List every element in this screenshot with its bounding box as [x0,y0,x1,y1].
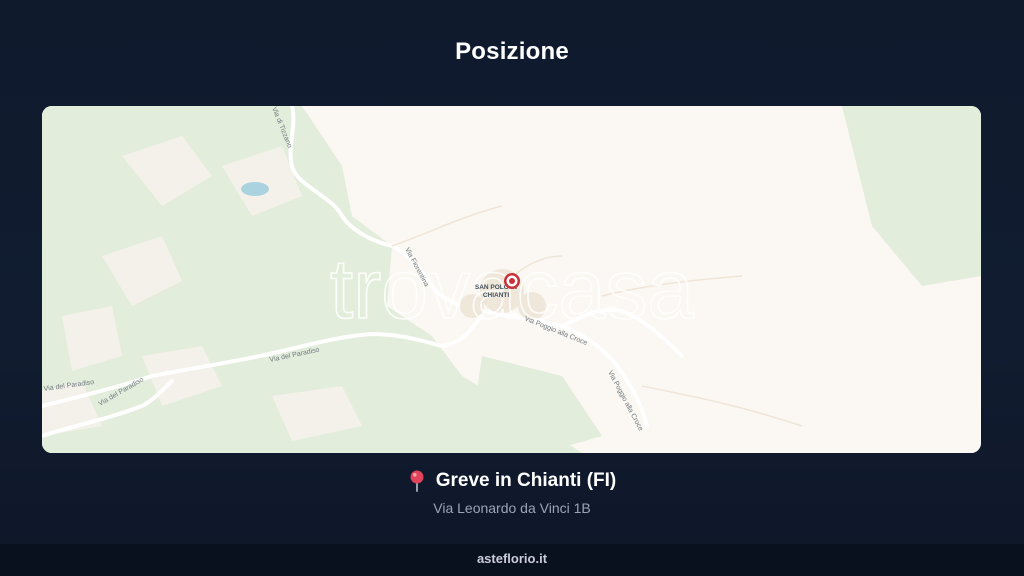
location-city: Greve in Chianti (FI) [435,470,617,491]
footer-site: asteflorio.it [0,544,1024,576]
lake [241,182,269,196]
location-info: Greve in Chianti (FI) Via Leonardo da Vi… [0,470,1024,516]
page-title: Posizione [455,38,569,65]
location-address: Via Leonardo da Vinci 1B [433,500,591,516]
location-marker-icon[interactable] [504,273,520,289]
round-pushpin-icon [408,470,426,492]
location-map[interactable]: Via Fiorentina Via Poggio alla Croce Via… [42,106,981,453]
place-label-line-2: CHIANTI [483,292,510,299]
